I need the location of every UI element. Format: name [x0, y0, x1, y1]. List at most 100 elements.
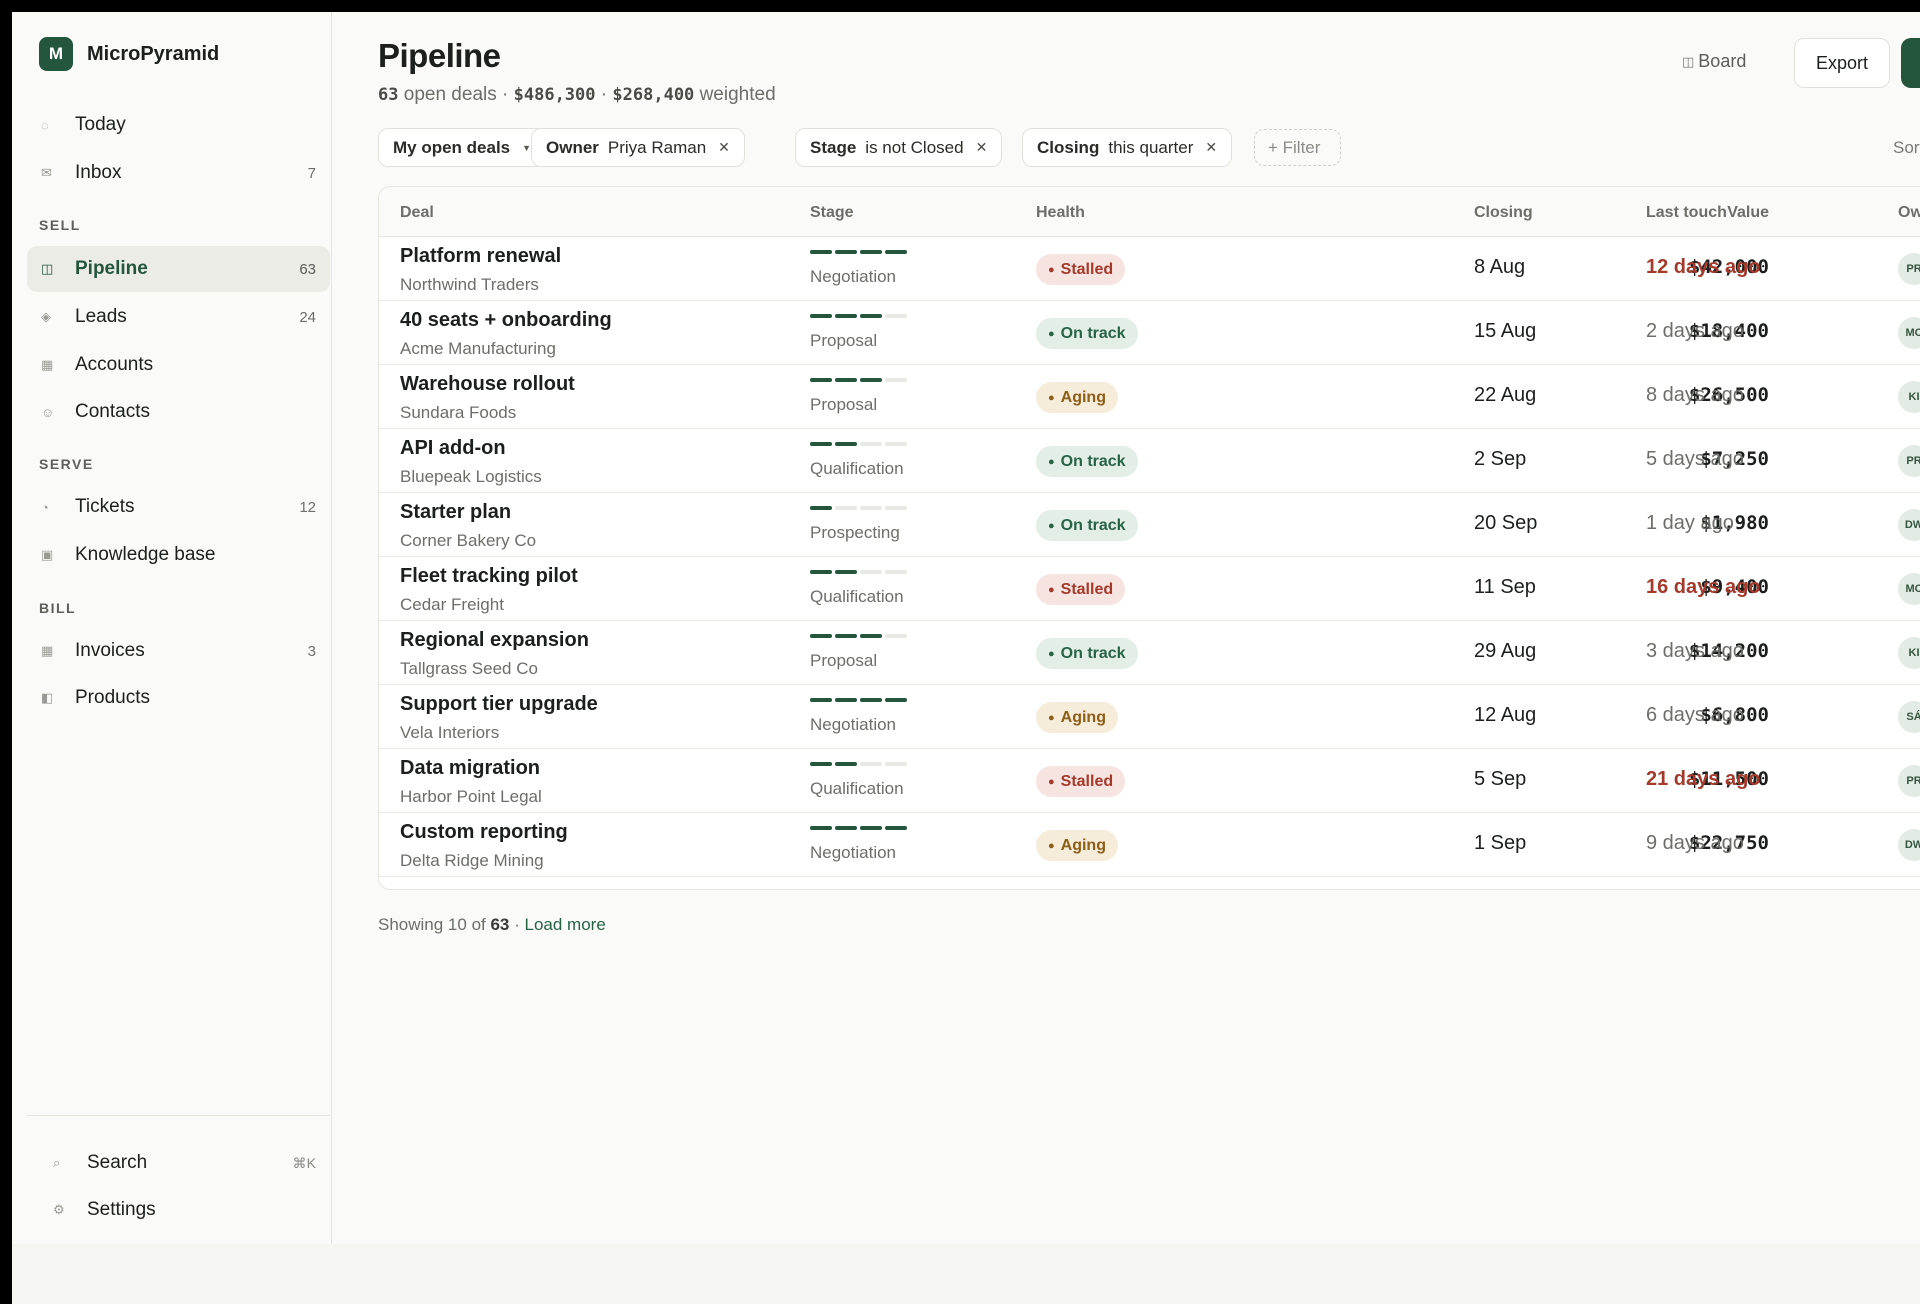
- deal-company: Vela Interiors: [400, 723, 500, 742]
- stage-segment: [810, 826, 832, 830]
- load-more-link[interactable]: Load more: [525, 915, 606, 934]
- sidebar-item-today[interactable]: ◌ Today: [27, 102, 330, 148]
- table-row[interactable]: API add-on Bluepeak Logistics Qualificatio…: [379, 429, 1920, 493]
- deal-title[interactable]: Data migration: [400, 757, 540, 780]
- stage-segment: [810, 634, 832, 638]
- stage-segment: [835, 634, 857, 638]
- owner-avatar[interactable]: PR: [1898, 445, 1920, 477]
- column-header-deal[interactable]: Deal: [400, 204, 434, 222]
- deal-title[interactable]: API add-on: [400, 437, 506, 460]
- sidebar-item-tickets[interactable]: ◔ Tickets 12: [27, 484, 330, 530]
- board-icon: ◫: [1682, 53, 1695, 69]
- deal-title[interactable]: Fleet tracking pilot: [400, 565, 578, 588]
- export-button[interactable]: Export: [1794, 38, 1890, 88]
- stage-segment: [835, 698, 857, 702]
- owner-avatar[interactable]: DW: [1898, 509, 1920, 541]
- health-label: Stalled: [1060, 260, 1114, 278]
- deal-title[interactable]: Custom reporting: [400, 821, 568, 844]
- sort-button[interactable]: Sort: [1893, 138, 1920, 158]
- filter-chip-stage[interactable]: Stage is not Closed ✕: [795, 128, 1003, 167]
- stage-segment: [835, 570, 857, 574]
- sidebar-item-contacts[interactable]: ☺ Contacts: [27, 389, 330, 435]
- owner-avatar[interactable]: SÁ: [1898, 701, 1920, 733]
- closing-date: 12 Aug: [1474, 704, 1537, 726]
- closing-date: 11 Sep: [1474, 576, 1536, 598]
- table-row[interactable]: Platform renewal Northwind Traders Negotia…: [379, 237, 1920, 301]
- sidebar-item-settings[interactable]: ⚙ Settings: [27, 1187, 330, 1233]
- close-icon[interactable]: ✕: [718, 139, 730, 156]
- owner-avatar[interactable]: KI: [1898, 637, 1920, 669]
- contacts-icon: ☺: [41, 404, 55, 420]
- deal-title[interactable]: Support tier upgrade: [400, 693, 598, 716]
- deal-company: Delta Ridge Mining: [400, 851, 544, 870]
- column-header-health[interactable]: Health: [1036, 204, 1085, 222]
- status-dot-icon: ●: [1048, 775, 1055, 788]
- stage-segment: [885, 826, 907, 830]
- closing-date: 5 Sep: [1474, 768, 1527, 790]
- deal-title[interactable]: Regional expansion: [400, 629, 589, 652]
- health-badge: ● Stalled: [1036, 574, 1126, 605]
- table-row[interactable]: Fleet tracking pilot Cedar Freight Qualifi…: [379, 557, 1920, 621]
- health-badge: ● Stalled: [1036, 766, 1126, 797]
- filter-chip-closing[interactable]: Closing this quarter ✕: [1022, 128, 1233, 167]
- deal-title[interactable]: 40 seats + onboarding: [400, 309, 612, 332]
- column-header-value[interactable]: Value: [1727, 204, 1769, 222]
- table-row[interactable]: 40 seats + onboarding Acme Manufacturing P…: [379, 301, 1920, 365]
- table-row[interactable]: Data migration Harbor Point Legal Qualific…: [379, 749, 1920, 813]
- column-header-owner[interactable]: Owner: [1898, 204, 1920, 222]
- table-row[interactable]: Support tier upgrade Vela Interiors Negoti…: [379, 685, 1920, 749]
- stage-segment: [860, 762, 882, 766]
- stage-segment: [810, 250, 832, 254]
- sidebar-item-inbox[interactable]: ✉ Inbox 7: [27, 150, 330, 196]
- close-icon[interactable]: ✕: [976, 139, 988, 156]
- stage-progress: [810, 826, 910, 830]
- sidebar-item-label: Tickets: [75, 496, 135, 517]
- owner-avatar[interactable]: DW: [1898, 829, 1920, 861]
- brand[interactable]: M MicroPyramid: [39, 37, 219, 71]
- table-row[interactable]: Warehouse rollout Sundara Foods Proposal ● A…: [379, 365, 1920, 429]
- column-header-stage[interactable]: Stage: [810, 204, 854, 222]
- table-row[interactable]: Custom reporting Delta Ridge Mining Negoti…: [379, 813, 1920, 877]
- sidebar-item-search[interactable]: ⌕ Search ⌘K: [27, 1140, 330, 1186]
- health-label: Stalled: [1060, 772, 1114, 790]
- stage-segment: [885, 570, 907, 574]
- status-dot-icon: ●: [1048, 647, 1055, 660]
- sidebar-item-leads[interactable]: ◈ Leads 24: [27, 294, 330, 340]
- deal-title[interactable]: Platform renewal: [400, 245, 561, 268]
- new-deal-button[interactable]: N: [1901, 38, 1920, 88]
- deal-title[interactable]: Starter plan: [400, 501, 511, 524]
- sidebar-item-products[interactable]: ◧ Products: [27, 675, 330, 721]
- accounts-icon: ▦: [41, 357, 54, 372]
- sidebar-item-accounts[interactable]: ▦ Accounts: [27, 342, 330, 388]
- last-touch: 5 days ago: [1646, 448, 1744, 470]
- sidebar-item-pipeline[interactable]: ◫ Pipeline 63: [27, 246, 330, 292]
- column-header-closing[interactable]: Closing: [1474, 204, 1533, 222]
- close-icon[interactable]: ✕: [1205, 139, 1217, 156]
- add-filter-button[interactable]: + Filter: [1254, 129, 1341, 166]
- owner-avatar[interactable]: PR: [1898, 253, 1920, 285]
- sidebar-item-label: Products: [75, 687, 150, 708]
- stage-segment: [860, 698, 882, 702]
- table-row[interactable]: Regional expansion Tallgrass Seed Co Propo…: [379, 621, 1920, 685]
- sidebar-item-knowledge-base[interactable]: ▣ Knowledge base: [27, 532, 330, 578]
- saved-view-dropdown[interactable]: My open deals ▼: [378, 128, 547, 167]
- stage-segment: [810, 762, 832, 766]
- stage-segment: [860, 378, 882, 382]
- filter-chip-owner[interactable]: Owner Priya Raman ✕: [531, 128, 745, 167]
- stage-segment: [860, 634, 882, 638]
- owner-avatar[interactable]: MC: [1898, 573, 1920, 605]
- stage-segment: [885, 762, 907, 766]
- board-view-button[interactable]: ◫ Board: [1682, 51, 1746, 72]
- health-badge: ● Stalled: [1036, 254, 1126, 285]
- deal-title[interactable]: Warehouse rollout: [400, 373, 575, 396]
- owner-avatar[interactable]: KI: [1898, 381, 1920, 413]
- main-content: Pipeline 63 open deals · $486,300 · $268…: [333, 12, 1920, 1244]
- table-row[interactable]: Starter plan Corner Bakery Co Prospecting ●…: [379, 493, 1920, 557]
- owner-avatar[interactable]: PR: [1898, 765, 1920, 797]
- stage-name: Negotiation: [810, 843, 897, 862]
- stage-name: Proposal: [810, 651, 878, 670]
- column-header-last-touch[interactable]: Last touch: [1646, 204, 1727, 222]
- owner-avatar[interactable]: MC: [1898, 317, 1920, 349]
- sidebar-item-invoices[interactable]: ▦ Invoices 3: [27, 628, 330, 674]
- stage-progress: [810, 442, 910, 446]
